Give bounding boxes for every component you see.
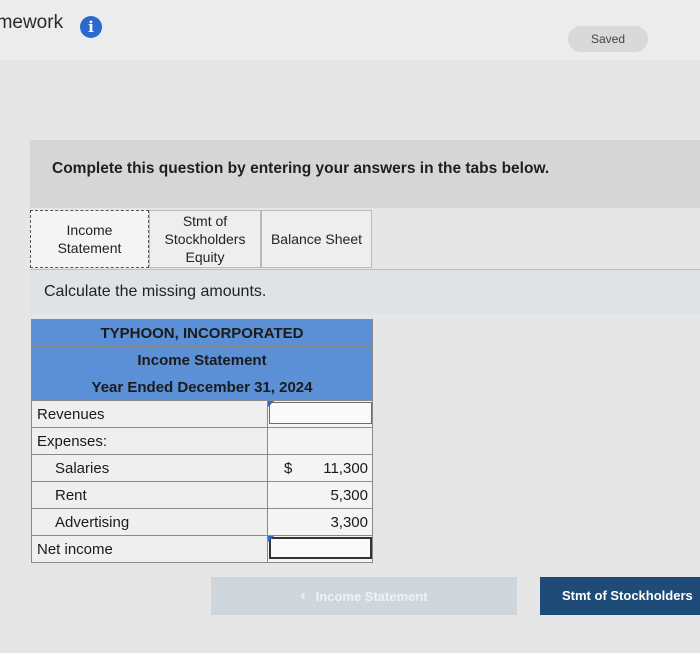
salaries-value-cell: $ 11,300 <box>267 454 373 482</box>
row-label-net-income: Net income <box>31 535 268 563</box>
info-icon[interactable]: i <box>80 16 102 38</box>
input-marker-icon <box>268 401 274 407</box>
top-bar: omework i Saved <box>0 0 700 60</box>
tab-stmt-of-stockholders-equity[interactable]: Stmt of Stockholders Equity <box>149 210 261 268</box>
statement-period: Year Ended December 31, 2024 <box>31 373 373 401</box>
prev-tab-button[interactable]: ‹ Income Statement <box>211 577 517 615</box>
tab-income-statement[interactable]: Income Statement <box>30 210 149 268</box>
company-name: TYPHOON, INCORPORATED <box>31 319 373 347</box>
row-label-salaries: Salaries <box>31 454 268 482</box>
app-title: omework <box>0 12 64 33</box>
period-row: Year Ended December 31, 2024 <box>31 373 373 401</box>
net-income-input[interactable] <box>269 537 372 559</box>
tab-label: Balance Sheet <box>270 231 363 247</box>
revenues-value-cell <box>267 400 373 428</box>
prompt-band: Calculate the missing amounts. <box>30 270 700 314</box>
revenues-input[interactable] <box>269 402 372 424</box>
input-marker-icon <box>268 536 274 542</box>
chevron-left-icon: ‹ <box>300 587 306 604</box>
prompt-text: Calculate the missing amounts. <box>44 283 267 300</box>
next-tab-button[interactable]: Stmt of Stockholders <box>540 577 700 615</box>
rent-value-cell: 5,300 <box>267 481 373 509</box>
rent-value: 5,300 <box>330 486 368 504</box>
table-row: Advertising 3,300 <box>31 508 373 536</box>
expenses-value-cell <box>267 427 373 455</box>
statement-title: Income Statement <box>31 346 373 374</box>
prev-tab-label: Income Statement <box>315 588 428 604</box>
tab-balance-sheet[interactable]: Balance Sheet <box>261 210 372 268</box>
row-label-revenues: Revenues <box>31 400 268 428</box>
row-label-rent: Rent <box>31 481 268 509</box>
row-label-advertising: Advertising <box>31 508 268 536</box>
company-header-row: TYPHOON, INCORPORATED <box>31 319 373 347</box>
instruction-text: Complete this question by entering your … <box>52 160 550 177</box>
table-row: Revenues <box>31 400 373 428</box>
net-income-value-cell <box>267 535 373 563</box>
tab-label: Stmt of Stockholders Equity <box>164 213 246 265</box>
advertising-value-cell: 3,300 <box>267 508 373 536</box>
table-row: Net income <box>31 535 373 563</box>
advertising-value: 3,300 <box>330 513 368 531</box>
tab-label: Income Statement <box>57 222 122 256</box>
instruction-banner: Complete this question by entering your … <box>30 140 700 208</box>
saved-status-badge: Saved <box>568 26 648 52</box>
next-tab-label: Stmt of Stockholders <box>562 588 693 603</box>
table-row: Rent 5,300 <box>31 481 373 509</box>
currency-symbol: $ <box>284 459 293 477</box>
statement-title-row: Income Statement <box>31 346 373 374</box>
table-row: Salaries $ 11,300 <box>31 454 373 482</box>
salaries-value: 11,300 <box>323 459 368 477</box>
income-statement-table: TYPHOON, INCORPORATED Income Statement Y… <box>31 319 373 563</box>
table-row: Expenses: <box>31 427 373 455</box>
row-label-expenses: Expenses: <box>31 427 268 455</box>
